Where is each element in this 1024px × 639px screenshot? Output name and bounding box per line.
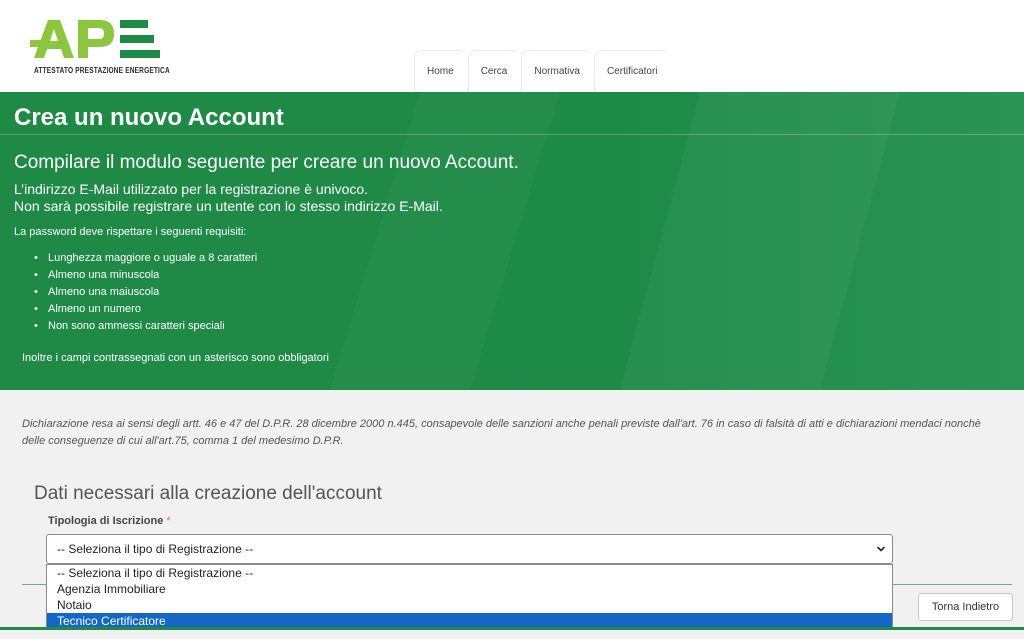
nav-cerca[interactable]: Cerca bbox=[467, 50, 520, 92]
nav-normativa[interactable]: Normativa bbox=[521, 50, 592, 92]
site-header: ATTESTATO PRESTAZIONE ENERGETICA Home Ce… bbox=[0, 0, 1024, 92]
email-unique-line-1: L’indirizzo E-Mail utilizzato per la reg… bbox=[14, 181, 369, 197]
logo-tagline: ATTESTATO PRESTAZIONE ENERGETICA bbox=[34, 66, 170, 75]
banner-decoration bbox=[620, 92, 900, 390]
requirement-item: Almeno un numero bbox=[34, 301, 257, 318]
chevron-down-icon bbox=[877, 546, 885, 552]
legal-declaration: Dichiarazione resa ai sensi degli artt. … bbox=[22, 418, 981, 447]
option-agenzia-immobiliare[interactable]: Agenzia Immobiliare bbox=[47, 581, 892, 597]
requirement-item: Almeno una maiuscola bbox=[34, 284, 257, 301]
form-section-title: Dati necessari alla creazione dell'accou… bbox=[34, 483, 382, 504]
registration-type-label: Tipologia di Iscrizione * bbox=[48, 515, 171, 527]
registration-type-select-value: -- Seleziona il tipo di Registrazione -- bbox=[57, 542, 254, 556]
email-unique-notice: L’indirizzo E-Mail utilizzato per la reg… bbox=[14, 181, 443, 215]
footer-accent-line bbox=[0, 627, 1024, 630]
option-placeholder[interactable]: -- Seleziona il tipo di Registrazione -- bbox=[47, 565, 892, 581]
requirement-item: Lunghezza maggiore o uguale a 8 caratter… bbox=[34, 250, 257, 267]
email-unique-line-2: Non sarà possibile registrare un utente … bbox=[14, 198, 443, 214]
registration-type-select[interactable]: -- Seleziona il tipo di Registrazione -- bbox=[46, 534, 893, 564]
banner-divider bbox=[0, 134, 1024, 135]
ape-logo-mark bbox=[30, 20, 160, 58]
info-banner: Crea un nuovo Account Compilare il modul… bbox=[0, 92, 1024, 390]
page-subtitle: Compilare il modulo seguente per creare … bbox=[14, 152, 519, 173]
password-requirements-intro: La password deve rispettare i seguenti r… bbox=[14, 226, 247, 238]
page-title: Crea un nuovo Account bbox=[14, 104, 284, 131]
requirement-item: Almeno una minuscola bbox=[34, 267, 257, 284]
registration-type-label-text: Tipologia di Iscrizione bbox=[48, 515, 164, 527]
option-notaio[interactable]: Notaio bbox=[47, 597, 892, 613]
password-requirements-list: Lunghezza maggiore o uguale a 8 caratter… bbox=[34, 250, 257, 335]
nav-certificatori[interactable]: Certificatori bbox=[593, 50, 670, 92]
required-asterisk: * bbox=[166, 515, 171, 527]
requirement-item: Non sono ammessi caratteri speciali bbox=[34, 318, 257, 335]
registration-type-options: -- Seleziona il tipo di Registrazione --… bbox=[46, 564, 893, 629]
main-nav: Home Cerca Normativa Certificatori bbox=[414, 50, 672, 92]
nav-home[interactable]: Home bbox=[414, 50, 466, 92]
ape-logo[interactable]: ATTESTATO PRESTAZIONE ENERGETICA bbox=[30, 14, 170, 80]
required-fields-note: Inoltre i campi contrassegnati con un as… bbox=[22, 352, 329, 364]
back-button[interactable]: Torna Indietro bbox=[918, 593, 1013, 621]
